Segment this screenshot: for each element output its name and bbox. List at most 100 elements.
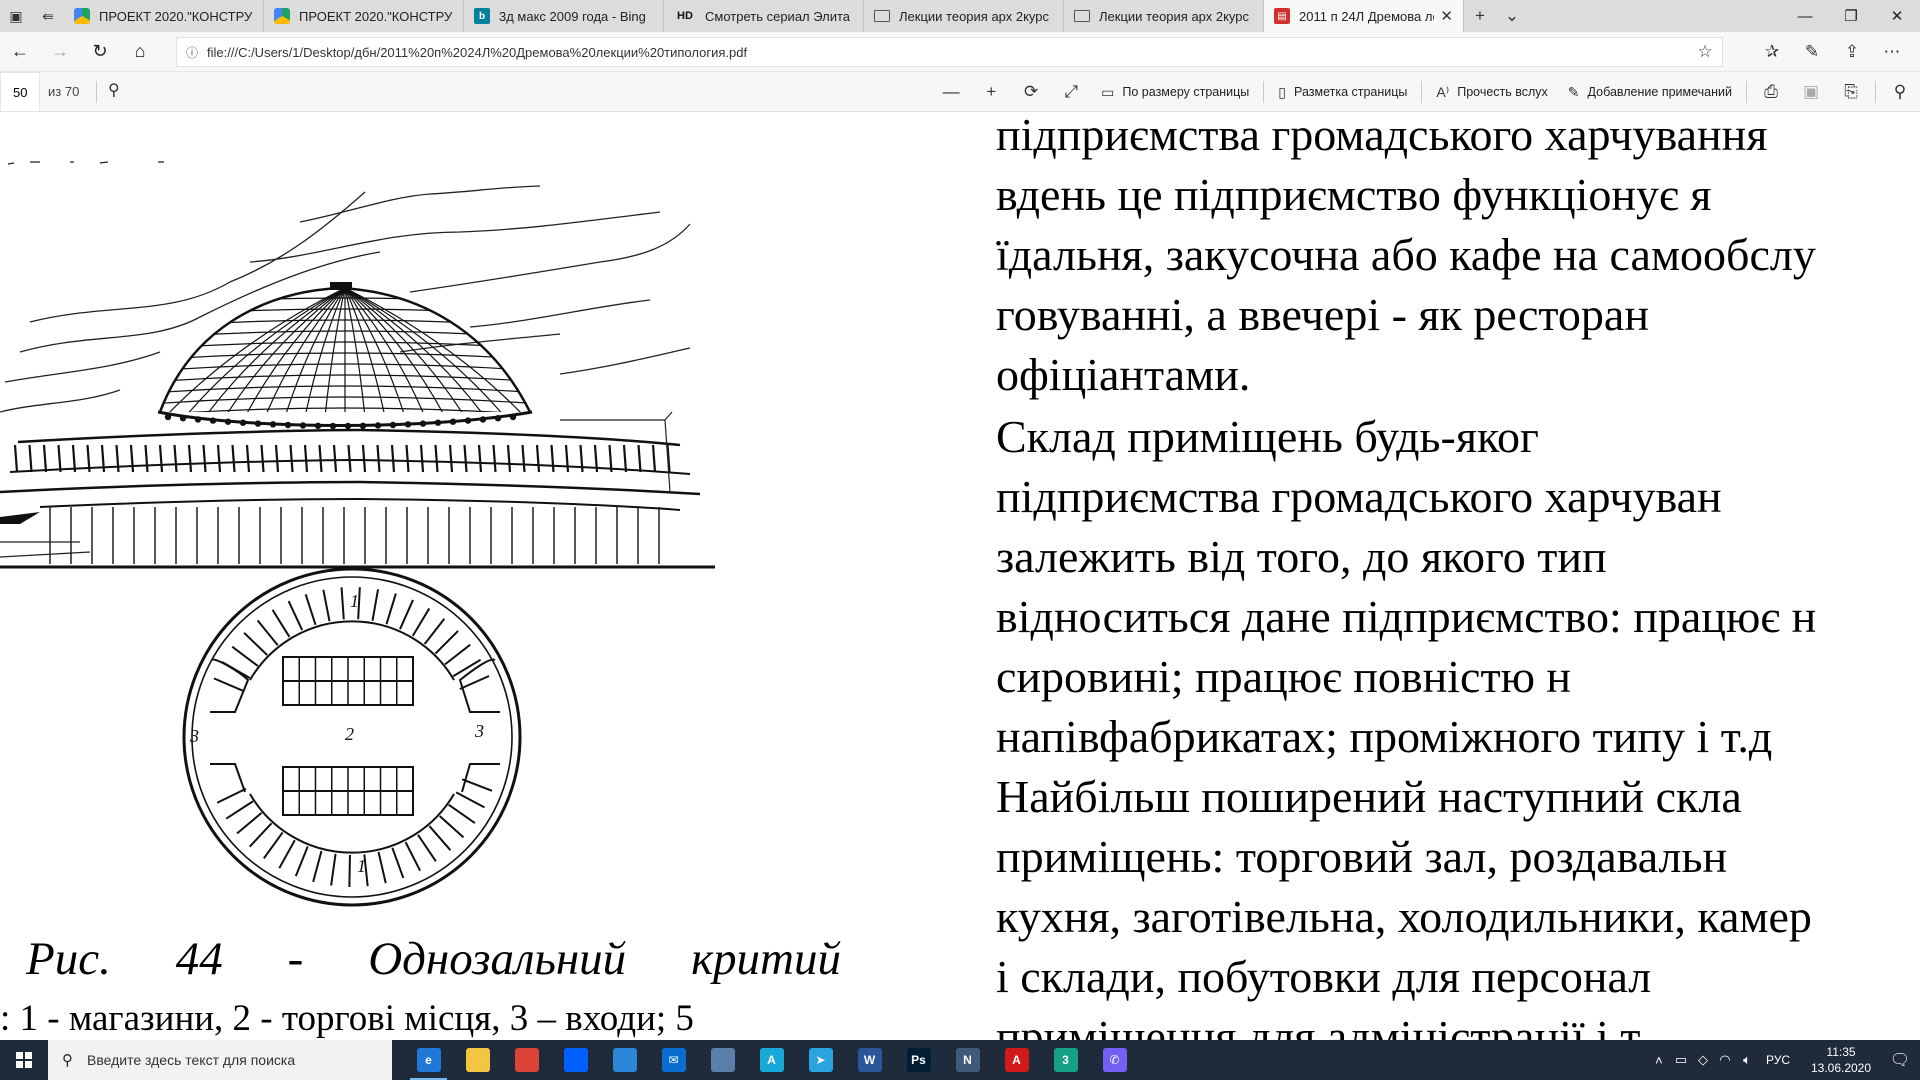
plan-stall-divider — [423, 618, 446, 645]
info-icon[interactable]: ⓘ — [177, 44, 207, 61]
rotate-icon[interactable]: ⟳ — [1011, 72, 1051, 112]
arcade-rib — [622, 444, 628, 473]
set-aside-tabs-icon[interactable]: ⇚ — [32, 0, 64, 32]
zoom-out-icon[interactable]: — — [931, 72, 971, 112]
telegram-icon: ➤ — [808, 1048, 833, 1072]
save-as-icon[interactable]: ⎘ — [1831, 72, 1871, 112]
start-button[interactable] — [0, 1040, 48, 1080]
arcade-rib — [405, 444, 410, 473]
autodesk-taskbar-button[interactable]: A — [747, 1040, 796, 1080]
tab[interactable]: Лекции теория арх 2курс 2 — [864, 0, 1064, 32]
arcade-rib — [506, 444, 512, 473]
file-explorer-taskbar-button[interactable] — [453, 1040, 502, 1080]
plan-stall-divider — [428, 825, 452, 851]
store-taskbar-button[interactable] — [600, 1040, 649, 1080]
arcade-rib — [57, 444, 62, 473]
caption-word: критий — [691, 933, 841, 985]
caption-word: Однозальний — [368, 933, 627, 985]
share-icon[interactable]: ⇪ — [1832, 32, 1872, 72]
tab[interactable]: b 3д макс 2009 года - Bing — [464, 0, 664, 32]
url-text[interactable]: file:///C:/Users/1/Desktop/дбн/2011%20п%… — [207, 45, 1688, 60]
input-language[interactable]: РУС — [1766, 1053, 1790, 1067]
show-hidden-icons-chevron-icon[interactable]: ˄ — [1648, 1053, 1670, 1068]
plan-stall-divider — [391, 847, 405, 879]
fullscreen-icon[interactable]: ⤢ — [1051, 72, 1091, 112]
bing-icon: b — [474, 8, 490, 24]
3ds-max-taskbar-button[interactable]: 3 — [1041, 1040, 1090, 1080]
pdf-toolbar: 50 из 70 ⚲ — + ⟳ ⤢ ▭ По размеру страницы … — [0, 72, 1920, 112]
close-window-button[interactable]: ✕ — [1874, 0, 1920, 32]
plan-label: 3 — [189, 726, 199, 746]
tab[interactable]: ПРОЕКТ 2020."КОНСТРУКЦ — [64, 0, 264, 32]
volume-icon[interactable]: 🔈︎ — [1736, 1052, 1758, 1068]
search-icon[interactable]: ⚲ — [108, 80, 120, 100]
photoshop-taskbar-button[interactable]: Ps — [894, 1040, 943, 1080]
pen-icon: ✎ — [1567, 83, 1580, 100]
taskbar-search-box[interactable]: ⚲ Введите здесь текст для поиска — [48, 1040, 392, 1080]
arcade-rib — [216, 444, 222, 473]
wifi-icon[interactable]: ◠ — [1714, 1052, 1736, 1068]
minimize-button[interactable]: — — [1782, 0, 1828, 32]
forward-button[interactable]: → — [40, 32, 80, 72]
url-field[interactable]: ⓘ file:///C:/Users/1/Desktop/дбн/2011%20… — [176, 37, 1723, 67]
favorites-icon[interactable]: ✰ — [1752, 32, 1792, 72]
dropbox-taskbar-button[interactable] — [551, 1040, 600, 1080]
system-tray: ˄ ▭ ◇ ◠ 🔈︎ РУС 11:35 13.06.2020 🗨︎ — [1648, 1040, 1920, 1080]
web-note-pen-icon[interactable]: ✎ — [1792, 32, 1832, 72]
close-tab-icon[interactable]: ✕ — [1440, 7, 1453, 25]
tab[interactable]: ▤ 2011 п 24Л Дремова лекции ✕ — [1264, 0, 1464, 32]
save-icon[interactable]: ▣ — [1791, 72, 1831, 112]
refresh-button[interactable]: ↻ — [80, 32, 120, 72]
edge-taskbar-button[interactable]: e — [404, 1040, 453, 1080]
remote-desktop-taskbar-button[interactable] — [698, 1040, 747, 1080]
clock[interactable]: 11:35 13.06.2020 — [1802, 1044, 1880, 1076]
dropbox-tray-icon[interactable]: ◇ — [1692, 1052, 1714, 1068]
battery-icon[interactable]: ▭ — [1670, 1052, 1692, 1068]
tab-list-chevron-icon[interactable]: ⌄ — [1496, 0, 1528, 32]
word-taskbar-button[interactable]: W — [845, 1040, 894, 1080]
dome-base-ornament — [464, 417, 472, 424]
restore-button[interactable]: ❐ — [1828, 0, 1874, 32]
pin-toolbar-icon[interactable]: ⚲ — [1880, 72, 1920, 112]
page-number-input[interactable]: 50 — [0, 72, 40, 112]
notifications-icon[interactable]: 🗨︎ — [1880, 1050, 1920, 1070]
plan-stall-divider — [312, 850, 323, 883]
plan-stall-divider — [377, 851, 387, 884]
tab[interactable]: Лекции теория арх 2курс 2 — [1064, 0, 1264, 32]
new-tab-button[interactable]: + — [1464, 0, 1496, 32]
back-button[interactable]: ← — [0, 32, 40, 72]
acrobat-taskbar-button[interactable]: A — [992, 1040, 1041, 1080]
page-layout-button[interactable]: ▯ Разметка страницы — [1268, 72, 1417, 112]
navisworks-taskbar-button[interactable]: N — [943, 1040, 992, 1080]
hd-icon: HD — [677, 10, 693, 22]
dome-base-ornament — [254, 420, 262, 427]
fit-page-button[interactable]: ▭ По размеру страницы — [1091, 72, 1259, 112]
more-menu-icon[interactable]: ⋯ — [1872, 32, 1912, 72]
arcade-rib — [260, 444, 265, 473]
arcade-rib — [448, 444, 454, 473]
read-aloud-button[interactable]: A⁾ Прочесть вслух — [1426, 72, 1557, 112]
tab[interactable]: HD Смотреть сериал Элита он — [664, 0, 864, 32]
chrome-taskbar-button[interactable] — [502, 1040, 551, 1080]
mail-icon: ✉ — [661, 1048, 686, 1072]
tab-actions-icon[interactable]: ▣ — [0, 0, 32, 32]
figure-legend: : 1 - магазини, 2 - торгові місця, 3 – в… — [0, 998, 694, 1039]
favorite-star-icon[interactable]: ☆ — [1688, 42, 1722, 62]
plan-stall-divider — [263, 831, 284, 859]
tab-title: Лекции теория арх 2курс 2 — [1099, 8, 1253, 24]
text-line: приміщень: торговий зал, роздавальн — [996, 831, 1728, 882]
plan-stall-divider — [434, 630, 459, 655]
tab[interactable]: ПРОЕКТ 2020."КОНСТРУКЦ — [264, 0, 464, 32]
viber-taskbar-button[interactable]: ✆ — [1090, 1040, 1139, 1080]
arcade-rib — [187, 444, 193, 473]
home-button[interactable]: ⌂ — [120, 32, 160, 72]
telegram-taskbar-button[interactable]: ➤ — [796, 1040, 845, 1080]
dome-base-ornament — [284, 421, 292, 429]
print-icon[interactable]: ⎙ — [1751, 72, 1791, 112]
zoom-in-icon[interactable]: + — [971, 72, 1011, 112]
add-notes-button[interactable]: ✎ Добавление примечаний — [1558, 72, 1742, 112]
mail-taskbar-button[interactable]: ✉ — [649, 1040, 698, 1080]
dome-base-ornament — [269, 421, 277, 428]
dome-base-ornament — [299, 422, 307, 429]
dome-base-ornament — [434, 419, 442, 426]
